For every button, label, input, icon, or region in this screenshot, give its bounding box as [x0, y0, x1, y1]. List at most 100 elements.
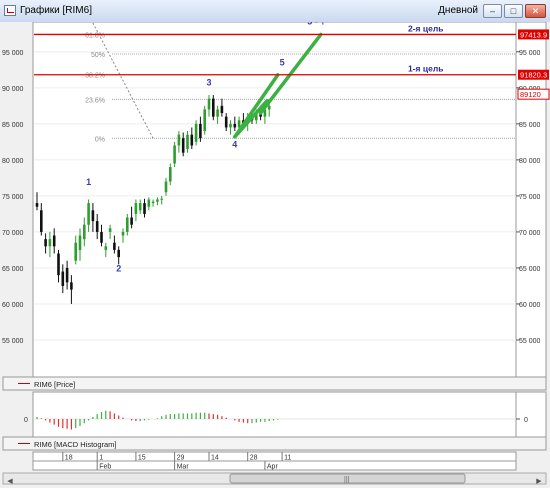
- wave-label: 3: [206, 78, 211, 88]
- candle-body: [212, 98, 215, 117]
- candle-body: [74, 242, 77, 261]
- candle-body: [65, 267, 69, 283]
- macd-legend-label: RIM6 [MACD Histogram]: [34, 440, 117, 449]
- y-tick-label-left: 60 000: [2, 302, 24, 309]
- candle-body: [40, 210, 43, 232]
- month-label: Feb: [99, 464, 111, 471]
- candle-body: [104, 246, 108, 250]
- candle-body: [87, 203, 90, 225]
- y-tick-label-left: 55 000: [2, 338, 24, 345]
- candle-body: [173, 145, 176, 164]
- y-tick-label-left: 65 000: [2, 266, 24, 273]
- candle-body: [126, 217, 129, 232]
- candle-body: [44, 239, 47, 247]
- scroll-left-arrow-icon[interactable]: ◀: [4, 476, 16, 487]
- y-tick-label-right: 75 000: [519, 194, 541, 201]
- wave-label: 5: [280, 58, 285, 68]
- price-legend-label: RIM6 [Price]: [34, 380, 75, 389]
- candle-body: [70, 282, 73, 290]
- candle-body: [233, 123, 237, 128]
- fib-level-label: 0%: [95, 136, 105, 143]
- y-tick-label-left: 95 000: [2, 50, 24, 57]
- period-selector[interactable]: Дневной: [438, 5, 478, 16]
- candle-body: [151, 201, 155, 204]
- y-tick-label-left: 75 000: [2, 194, 24, 201]
- target-label: 2-я цель: [408, 23, 443, 33]
- wave-label: 5 - ?: [307, 22, 326, 26]
- candle-body: [147, 199, 151, 207]
- fib-level-label: 50%: [91, 52, 105, 59]
- fib-level-label: 38.2%: [85, 73, 105, 80]
- wave-label: 1: [86, 177, 91, 187]
- candle-body: [207, 98, 211, 110]
- candle-body: [160, 198, 163, 200]
- y-tick-label-right: 95 000: [519, 50, 541, 57]
- macd-zero-label-right: 0: [524, 417, 528, 424]
- chart-area[interactable]: RIM6 [Price] RIM6 [MACD Histogram] ||| 5…: [0, 22, 550, 488]
- candle-body: [267, 105, 271, 110]
- candle-body: [224, 116, 228, 128]
- candle-body: [156, 199, 159, 202]
- date-tick-label: 14: [211, 455, 219, 462]
- candle-body: [121, 231, 125, 236]
- scroll-right-arrow-icon[interactable]: ▶: [533, 476, 545, 487]
- date-tick-label: 29: [177, 455, 185, 462]
- candle-body: [130, 217, 133, 225]
- candle-body: [169, 167, 172, 182]
- scrollbar-grip-icon: |||: [344, 477, 350, 484]
- candle-body: [203, 109, 206, 132]
- y-tick-label-left: 90 000: [2, 86, 24, 93]
- target-price-value: 91820.3: [520, 71, 547, 80]
- candle-body: [52, 235, 56, 247]
- candle-body: [113, 242, 116, 250]
- y-tick-label-right: 65 000: [519, 266, 541, 273]
- candle-body: [48, 239, 52, 247]
- candle-body: [95, 221, 99, 232]
- candle-body: [57, 253, 60, 276]
- target-label: 1-я цель: [408, 64, 443, 74]
- candle-body: [78, 235, 82, 250]
- window-titlebar: Графики [RIM6] Дневной – □ ✕: [0, 0, 550, 23]
- date-tick-label: 11: [284, 455, 291, 462]
- y-tick-label-left: 70 000: [2, 230, 24, 237]
- date-tick-label: 1: [99, 455, 103, 462]
- candle-body: [100, 231, 103, 243]
- candle-body: [91, 210, 95, 222]
- close-button[interactable]: ✕: [525, 4, 546, 18]
- candle-body: [229, 123, 232, 128]
- date-tick-label: 28: [250, 455, 258, 462]
- candle-body: [177, 134, 181, 146]
- wave-label: 4: [232, 140, 237, 150]
- candle-body: [61, 271, 65, 286]
- minimize-button[interactable]: –: [483, 4, 502, 18]
- candle-body: [134, 203, 138, 214]
- candle-body: [35, 203, 39, 207]
- candle-body: [186, 134, 189, 150]
- y-tick-label-right: 85 000: [519, 122, 541, 129]
- y-tick-label-left: 85 000: [2, 122, 24, 129]
- macd-axis-pane: [515, 391, 547, 438]
- date-tick-label: 15: [138, 455, 146, 462]
- candle-body: [194, 123, 198, 142]
- y-tick-label-right: 55 000: [519, 338, 541, 345]
- candle-body: [164, 181, 168, 193]
- date-tick-label: 18: [65, 455, 73, 462]
- fib-level-label: 61.8%: [85, 32, 105, 39]
- target-price-value: 97413.9: [520, 30, 547, 39]
- candle-body: [138, 203, 142, 211]
- candle-body: [108, 228, 112, 232]
- maximize-button[interactable]: □: [504, 4, 523, 18]
- date-axis-days: [32, 451, 517, 462]
- last-price-value: 89120: [520, 90, 541, 99]
- candle-body: [216, 109, 219, 117]
- y-tick-label-right: 60 000: [519, 302, 541, 309]
- candle-body: [143, 203, 146, 214]
- price-legend-bar: [2, 376, 547, 391]
- candle-body: [220, 105, 224, 114]
- y-tick-label-right: 70 000: [519, 230, 541, 237]
- candle-body: [117, 249, 120, 258]
- y-tick-label-left: 80 000: [2, 158, 24, 165]
- macd-zero-label-left: 0: [24, 417, 28, 424]
- month-label: Apr: [267, 464, 279, 471]
- candle-body: [199, 123, 202, 139]
